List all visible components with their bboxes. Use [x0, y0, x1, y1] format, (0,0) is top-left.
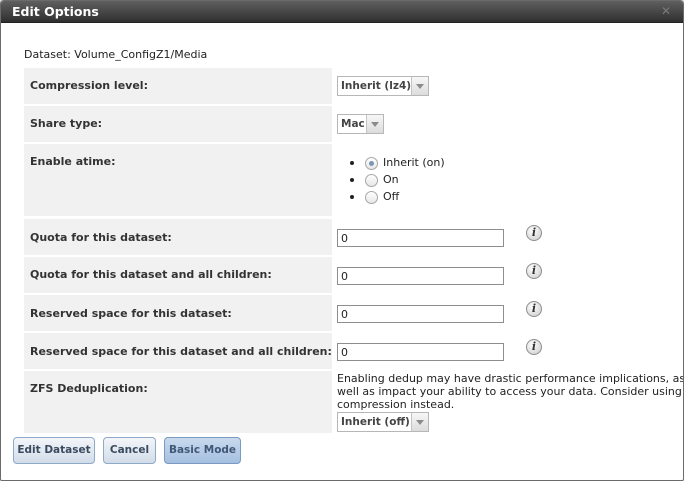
atime-option-label: Off — [383, 190, 400, 203]
reserved-children-input[interactable] — [337, 343, 504, 361]
atime-option-label: Inherit (on) — [383, 156, 445, 169]
quota-row: Quota for this dataset: i — [24, 219, 669, 255]
reserved-children-row: Reserved space for this dataset and all … — [24, 333, 669, 369]
radio-off[interactable] — [365, 191, 378, 204]
info-icon[interactable]: i — [526, 339, 542, 355]
share-type-value: Mac — [341, 118, 365, 130]
dialog-title: Edit Options — [12, 4, 99, 19]
share-type-label: Share type: — [24, 106, 332, 142]
compression-select[interactable]: Inherit (lz4) — [337, 76, 429, 96]
share-type-row: Share type: Mac — [24, 106, 669, 142]
quota-label: Quota for this dataset: — [24, 219, 332, 255]
dialog-titlebar[interactable]: Edit Options ✕ — [1, 1, 683, 23]
share-type-select[interactable]: Mac — [337, 114, 384, 134]
radio-on[interactable] — [365, 174, 378, 187]
bullet — [350, 178, 354, 182]
dedup-value: Inherit (off) — [341, 416, 410, 428]
reserved-label: Reserved space for this dataset: — [24, 295, 332, 331]
reserved-row: Reserved space for this dataset: i — [24, 295, 669, 331]
atime-row: Enable atime: Inherit (on) On Off — [24, 144, 669, 216]
quota-input[interactable] — [337, 229, 504, 247]
quota-children-label: Quota for this dataset and all children: — [24, 257, 332, 293]
info-icon[interactable]: i — [526, 225, 542, 241]
cancel-button[interactable]: Cancel — [103, 437, 156, 464]
compression-label: Compression level: — [24, 68, 332, 104]
info-icon[interactable]: i — [526, 263, 542, 279]
edit-options-dialog: Edit Options ✕ Dataset: Volume_ConfigZ1/… — [0, 0, 684, 481]
quota-children-row: Quota for this dataset and all children:… — [24, 257, 669, 293]
reserved-input[interactable] — [337, 305, 504, 323]
chevron-down-icon[interactable] — [366, 115, 383, 133]
atime-option-label: On — [383, 173, 399, 186]
dedup-row: ZFS Deduplication: Enabling dedup may ha… — [24, 371, 683, 433]
close-icon[interactable]: ✕ — [661, 5, 671, 17]
radio-inherit[interactable] — [365, 157, 378, 170]
chevron-down-icon[interactable] — [411, 77, 428, 95]
edit-dataset-button[interactable]: Edit Dataset — [13, 437, 95, 464]
bullet — [350, 161, 354, 165]
quota-children-input[interactable] — [337, 267, 504, 285]
compression-value: Inherit (lz4) — [341, 80, 412, 92]
dedup-warning-text: Enabling dedup may have drastic performa… — [337, 372, 684, 411]
dedup-select[interactable]: Inherit (off) — [337, 412, 429, 432]
reserved-children-label: Reserved space for this dataset and all … — [24, 333, 332, 369]
basic-mode-button[interactable]: Basic Mode — [164, 437, 241, 464]
dedup-label: ZFS Deduplication: — [24, 371, 332, 433]
button-bar: Edit Dataset Cancel Basic Mode — [1, 435, 683, 480]
info-icon[interactable]: i — [526, 301, 542, 317]
compression-row: Compression level: Inherit (lz4) — [24, 68, 669, 104]
chevron-down-icon[interactable] — [411, 413, 428, 431]
dataset-path: Dataset: Volume_ConfigZ1/Media — [24, 48, 208, 61]
bullet — [350, 195, 354, 199]
atime-label: Enable atime: — [24, 144, 332, 216]
